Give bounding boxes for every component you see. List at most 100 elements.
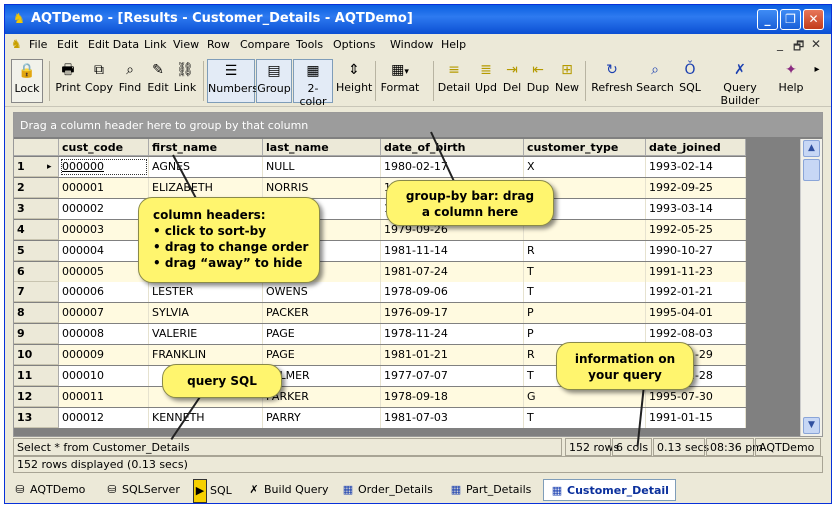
cell-date-of-birth[interactable]: 1976-09-17 <box>381 303 524 323</box>
tab-aqtdemo[interactable]: ⛁ AQTDemo <box>11 479 85 501</box>
format-button[interactable]: ▦▾ Format <box>378 59 422 103</box>
cell-last-name[interactable]: PACKER <box>263 303 381 323</box>
tab-part-details[interactable]: ▦ Part_Details <box>447 479 532 501</box>
cell-date-joined[interactable]: 1992-08-03 <box>646 324 746 344</box>
row-selector[interactable]: 2 <box>14 178 59 198</box>
menu-view[interactable]: View <box>173 38 199 51</box>
row-selector[interactable]: 3 <box>14 199 59 219</box>
cell-last-name[interactable]: PARKER <box>263 387 381 407</box>
cell-last-name[interactable]: OWENS <box>263 282 381 302</box>
cell-cust-code[interactable]: 000004 <box>59 241 149 261</box>
cell-cust-code[interactable]: 000002 <box>59 199 149 219</box>
mdi-minimize-button[interactable]: _ <box>777 37 783 51</box>
menu-link[interactable]: Link <box>144 38 167 51</box>
table-row[interactable]: 000008 VALERIE PAGE 1978-11-24 P 1992-08-03 <box>59 324 746 344</box>
cell-customer-type[interactable]: P <box>524 324 646 344</box>
search-button[interactable]: ⌕ Search <box>636 59 674 103</box>
table-row[interactable]: 000000 AGNES NULL 1980-02-17 X 1993-02-14 <box>59 157 746 177</box>
group-button[interactable]: ▤ Group <box>256 59 292 103</box>
mdi-child-icon[interactable]: ♞ <box>11 37 22 51</box>
update-button[interactable]: ≣ Upd <box>473 59 499 103</box>
cell-date-of-birth[interactable]: 1980-02-17 <box>381 157 524 177</box>
column-header-cust-code[interactable]: cust_code <box>59 139 149 156</box>
close-button[interactable]: ✕ <box>803 9 824 30</box>
cell-date-joined[interactable]: 1993-02-14 <box>646 157 746 177</box>
row-selector[interactable]: 8 <box>14 303 59 323</box>
cell-first-name[interactable]: FRANKLIN <box>149 345 263 365</box>
chevron-down-icon[interactable]: ▾ <box>404 67 409 77</box>
row-selector[interactable]: 4 <box>14 220 59 240</box>
cell-date-of-birth[interactable]: 1978-11-24 <box>381 324 524 344</box>
column-header-first-name[interactable]: first_name <box>149 139 263 156</box>
cell-first-name[interactable]: VALERIE <box>149 324 263 344</box>
cell-date-joined[interactable]: 1995-04-01 <box>646 303 746 323</box>
new-button[interactable]: ⊞ New <box>553 59 581 103</box>
cell-customer-type[interactable]: T <box>524 262 646 282</box>
scroll-thumb[interactable] <box>803 159 820 181</box>
cell-cust-code[interactable]: 000003 <box>59 220 149 240</box>
cell-first-name[interactable]: SYLVIA <box>149 303 263 323</box>
cell-customer-type[interactable]: G <box>524 387 646 407</box>
cell-cust-code[interactable]: 000012 <box>59 408 149 428</box>
cell-customer-type[interactable]: T <box>524 282 646 302</box>
vertical-scrollbar[interactable]: ▲ ▼ <box>800 139 822 436</box>
cell-customer-type[interactable]: X <box>524 157 646 177</box>
menu-edit[interactable]: Edit <box>57 38 78 51</box>
cell-cust-code[interactable]: 000000 <box>59 157 149 177</box>
column-header-customer-type[interactable]: customer_type <box>524 139 646 156</box>
cell-customer-type[interactable]: T <box>524 408 646 428</box>
column-header-date-joined[interactable]: date_joined <box>646 139 746 156</box>
delete-button[interactable]: ⇥ Del <box>501 59 523 103</box>
restore-button[interactable]: ❐ <box>780 9 801 30</box>
duplicate-button[interactable]: ⇤ Dup <box>525 59 551 103</box>
cell-date-joined[interactable]: 1995-07-30 <box>646 387 746 407</box>
cell-date-of-birth[interactable]: 1981-01-21 <box>381 345 524 365</box>
cell-first-name[interactable]: AGNES <box>149 157 263 177</box>
menu-compare[interactable]: Compare <box>240 38 290 51</box>
sql-button[interactable]: Ǒ SQL <box>676 59 704 103</box>
table-row[interactable]: 000007 SYLVIA PACKER 1976-09-17 P 1995-04-01 <box>59 303 746 323</box>
cell-last-name[interactable]: PAGE <box>263 324 381 344</box>
group-by-bar[interactable]: Drag a column header here to group by th… <box>14 113 822 137</box>
cell-customer-type[interactable]: P <box>524 303 646 323</box>
menu-tools[interactable]: Tools <box>296 38 323 51</box>
title-bar[interactable]: ♞ AQTDemo - [Results - Customer_Details … <box>5 5 831 34</box>
cell-date-joined[interactable]: 1991-11-23 <box>646 262 746 282</box>
row-selector[interactable]: 11 <box>14 366 59 386</box>
height-button[interactable]: ⇕ Height <box>336 59 372 103</box>
cell-date-of-birth[interactable]: 1978-09-06 <box>381 282 524 302</box>
cell-date-of-birth[interactable]: 1978-09-18 <box>381 387 524 407</box>
link-button[interactable]: ⛓ Link <box>172 59 198 103</box>
table-row[interactable]: 000012 KENNETH PARRY 1981-07-03 T 1991-01-15 <box>59 408 746 428</box>
minimize-button[interactable]: _ <box>757 9 778 30</box>
cell-last-name[interactable]: NORRIS <box>263 178 381 198</box>
cell-first-name[interactable]: ELIZABETH <box>149 178 263 198</box>
tab-build-query[interactable]: ✗ Build Query <box>245 479 328 501</box>
cell-first-name[interactable]: LESTER <box>149 282 263 302</box>
menu-file[interactable]: File <box>29 38 47 51</box>
tab-order-details[interactable]: ▦ Order_Details <box>339 479 433 501</box>
print-button[interactable]: 🖶 Print <box>55 59 81 103</box>
cell-date-joined[interactable]: 1990-10-27 <box>646 241 746 261</box>
cell-date-joined[interactable]: 1992-05-25 <box>646 220 746 240</box>
tab-sqlserver[interactable]: ⛁ SQLServer <box>103 479 179 501</box>
menu-window[interactable]: Window <box>390 38 433 51</box>
tab-customer-detail[interactable]: ▦ Customer_Detail <box>543 479 676 501</box>
detail-button[interactable]: ≡ Detail <box>437 59 471 103</box>
numbers-button[interactable]: ☰ Numbers <box>207 59 258 103</box>
row-selector[interactable]: 9 <box>14 324 59 344</box>
cell-cust-code[interactable]: 000008 <box>59 324 149 344</box>
menu-edit-data[interactable]: Edit Data <box>88 38 139 51</box>
cell-date-joined[interactable]: 1992-09-25 <box>646 178 746 198</box>
row-header-corner[interactable] <box>14 139 59 156</box>
cell-cust-code[interactable]: 000007 <box>59 303 149 323</box>
cell-cust-code[interactable]: 000009 <box>59 345 149 365</box>
row-selector[interactable]: 12 <box>14 387 59 407</box>
scroll-up-icon[interactable]: ▲ <box>803 140 820 157</box>
column-header-date-of-birth[interactable]: date_of_birth <box>381 139 524 156</box>
cell-customer-type[interactable]: R <box>524 241 646 261</box>
menu-row[interactable]: Row <box>207 38 230 51</box>
toolbar-overflow-button[interactable]: ▸ <box>811 59 823 103</box>
row-selector[interactable]: 7 <box>14 282 59 302</box>
cell-cust-code[interactable]: 000006 <box>59 282 149 302</box>
